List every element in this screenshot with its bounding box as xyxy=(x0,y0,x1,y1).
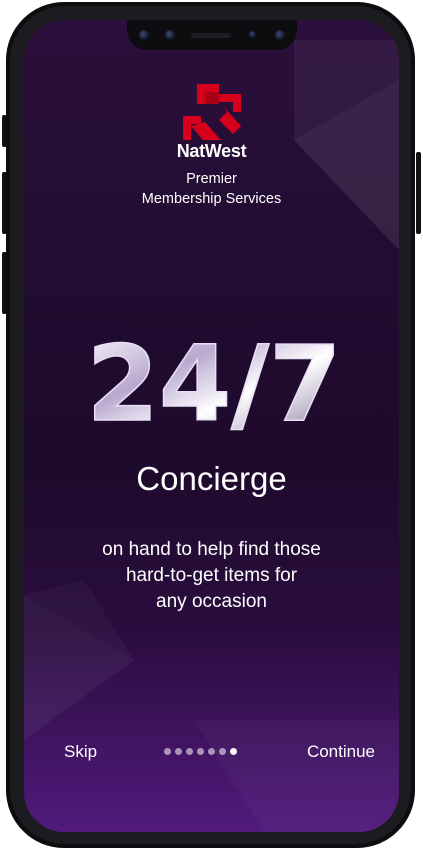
page-dot[interactable] xyxy=(186,748,193,755)
description-line: on hand to help find those xyxy=(102,539,321,560)
page-dot[interactable] xyxy=(164,748,171,755)
speaker-grille xyxy=(191,33,231,38)
feature-description: on hand to help find those hard-to-get i… xyxy=(64,537,359,615)
brand-subtitle-line2: Membership Services xyxy=(141,191,282,207)
brand-name: NatWest xyxy=(176,141,247,161)
skip-button[interactable]: Skip xyxy=(64,742,97,762)
feature-heading: Concierge xyxy=(136,460,287,497)
app-screen: NatWest Premier Membership Services 24/7… xyxy=(24,20,399,832)
page-dot[interactable] xyxy=(175,748,182,755)
page-dot[interactable] xyxy=(197,748,204,755)
power-button xyxy=(416,152,421,234)
page-dot[interactable] xyxy=(208,748,215,755)
page-dot-active[interactable] xyxy=(230,748,237,755)
front-camera-icon xyxy=(249,31,256,38)
page-indicator xyxy=(164,748,237,755)
camera-icon xyxy=(139,30,149,40)
continue-button[interactable]: Continue xyxy=(307,742,375,762)
description-line: any occasion xyxy=(156,591,267,612)
description-line: hard-to-get items for xyxy=(125,565,298,586)
notch xyxy=(127,20,297,50)
page-dot[interactable] xyxy=(219,748,226,755)
big-24-7-label: 24/7 xyxy=(86,325,341,435)
big-24-7-text: 24/7 xyxy=(86,325,343,435)
sensor-icon xyxy=(165,30,175,40)
brand-subtitle-line1: Premier xyxy=(186,171,237,187)
light-sensor-icon xyxy=(275,30,285,40)
natwest-logo-icon xyxy=(183,84,241,140)
